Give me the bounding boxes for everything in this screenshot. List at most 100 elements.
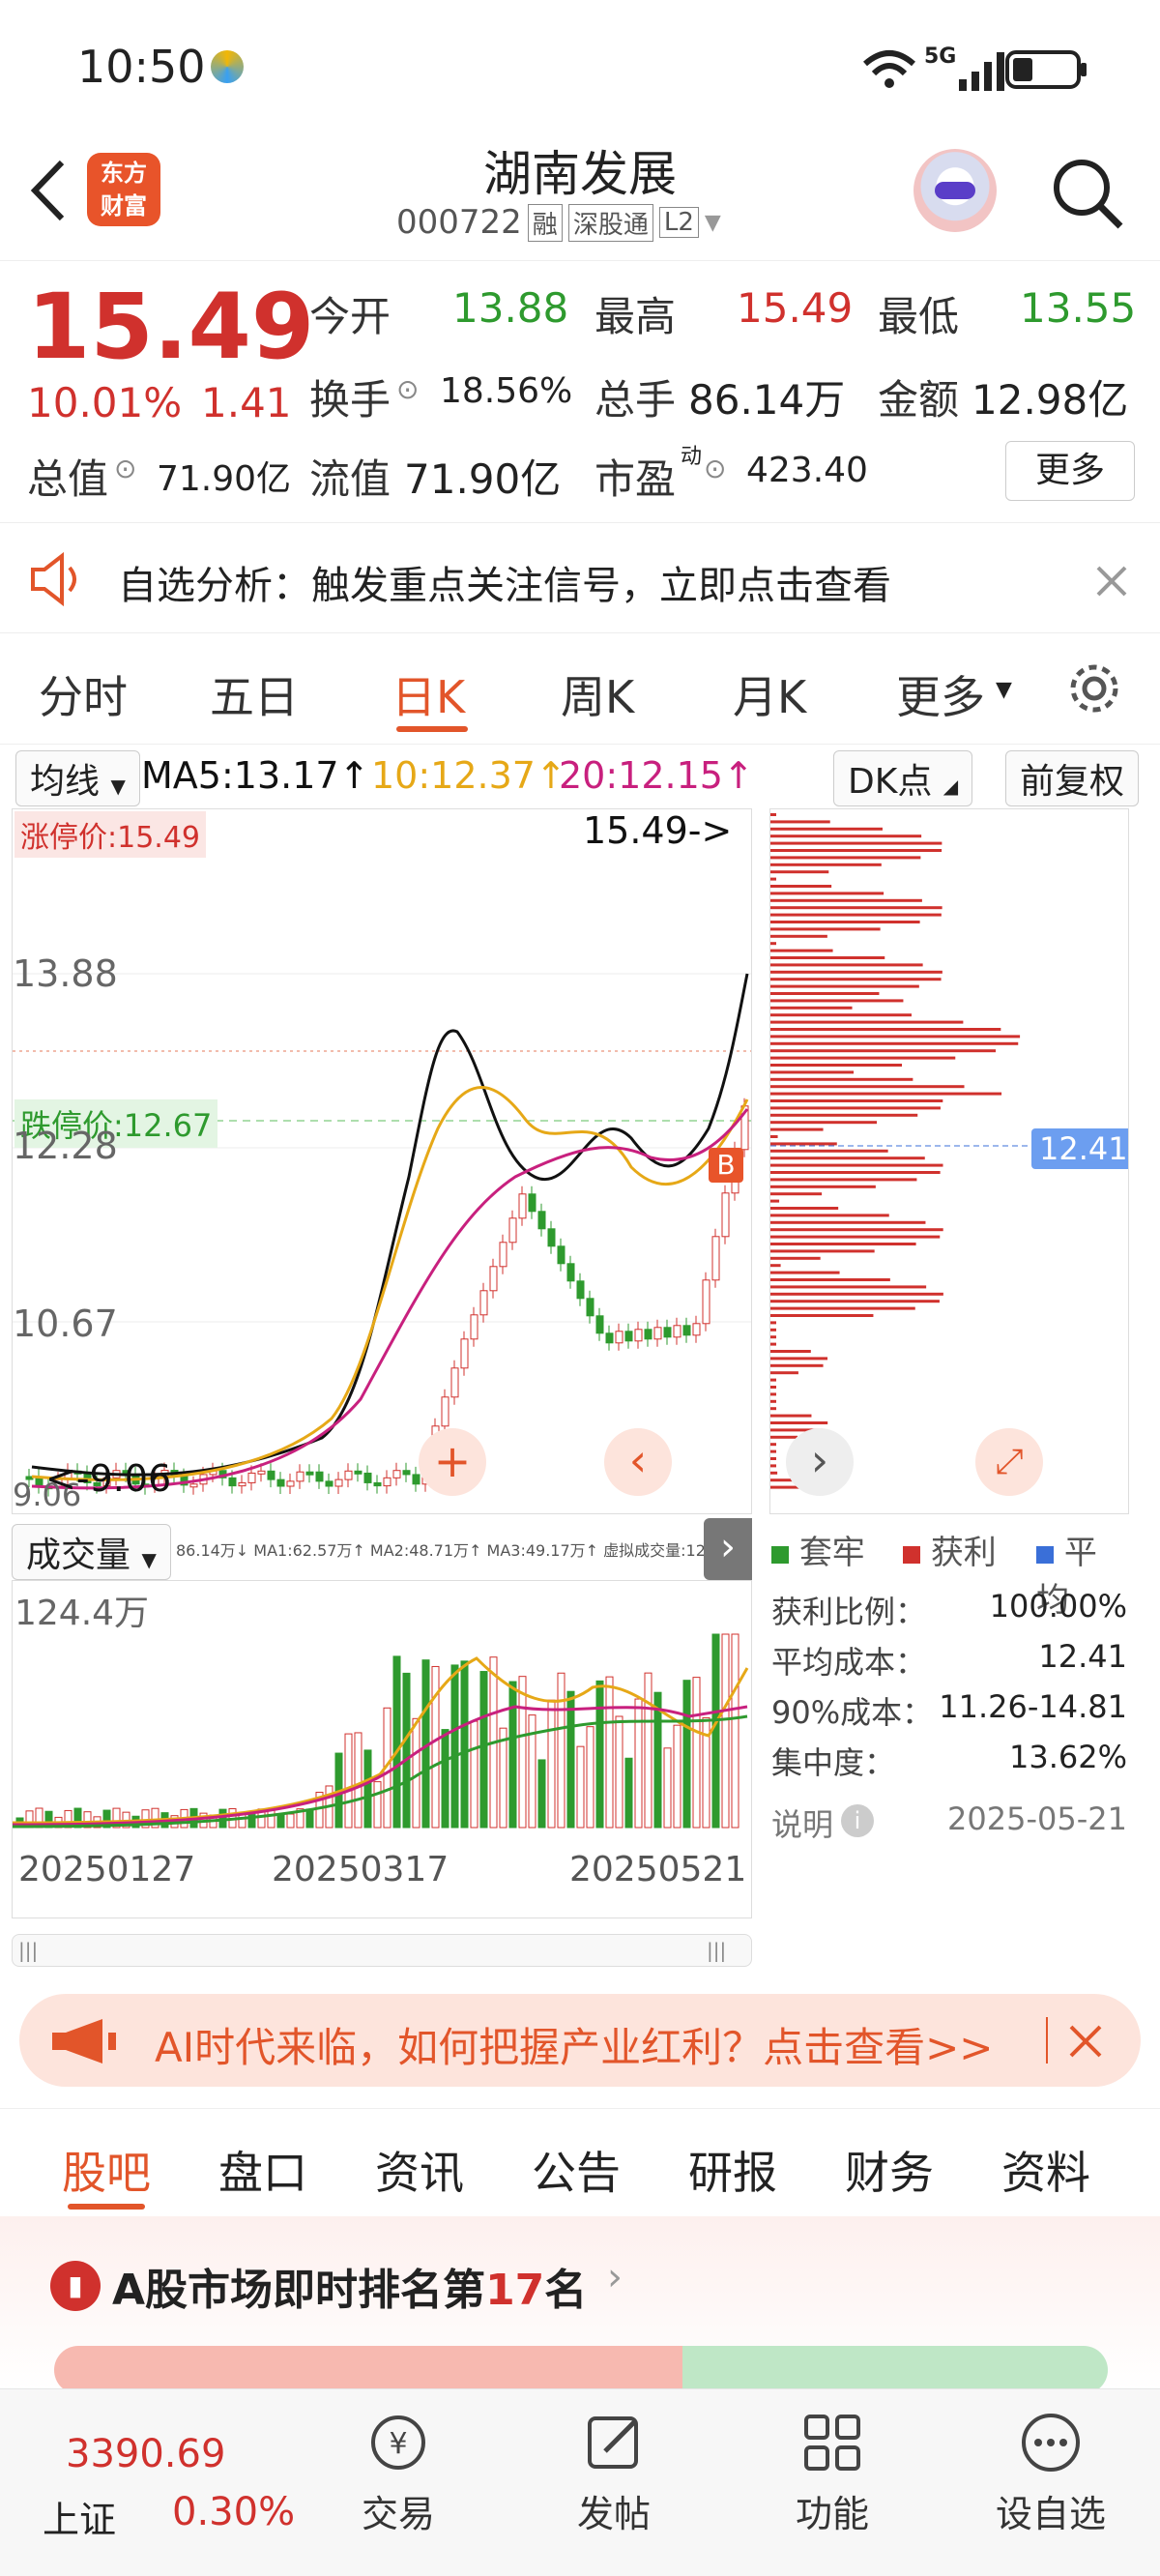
volume-bar xyxy=(673,1724,682,1829)
more-dots-icon xyxy=(1022,2414,1080,2472)
nav-functions[interactable]: 功能 xyxy=(745,2409,919,2537)
chip-bar xyxy=(770,1056,956,1060)
candle-body xyxy=(412,1474,420,1485)
nav-add-watchlist[interactable]: 设自选 xyxy=(964,2409,1138,2537)
change-amount: 1.41 xyxy=(201,379,292,426)
info-icon[interactable]: i xyxy=(841,1804,874,1837)
tab-five-day[interactable]: 五日 xyxy=(210,662,299,726)
ranking-suffix: 名 xyxy=(544,2266,588,2315)
index-name[interactable]: 上证 xyxy=(43,2490,116,2543)
scroll-handle-left[interactable]: ||| xyxy=(18,1939,38,1962)
candle-body xyxy=(402,1470,411,1476)
volume-bar xyxy=(305,1808,314,1829)
price-adjust-button[interactable]: 前复权 xyxy=(1005,750,1140,806)
info-icon[interactable]: ⊙ xyxy=(704,453,726,484)
chip-bar xyxy=(770,1013,912,1017)
candle-body xyxy=(663,1327,672,1338)
buy-signal-marker[interactable]: B xyxy=(709,1148,743,1183)
ai-ad-banner[interactable]: AI时代来临，如何把握产业红利？点击查看>> xyxy=(19,1994,1141,2087)
tab-more-caret-icon[interactable]: ▼ xyxy=(996,678,1012,702)
ranking-prefix: A股市场即时排名第 xyxy=(112,2266,486,2315)
volume-bar xyxy=(692,1677,701,1829)
close-icon[interactable] xyxy=(1092,562,1131,600)
kline-svg xyxy=(13,973,751,1497)
chip-bar xyxy=(770,1006,853,1010)
ranking-chart-icon: ▮ xyxy=(50,2261,101,2311)
chip-bar xyxy=(770,1457,776,1460)
chevron-right-icon[interactable]: › xyxy=(607,2255,623,2299)
candle-body xyxy=(508,1217,517,1244)
close-icon[interactable] xyxy=(1065,2021,1106,2062)
level2-badge: L2 xyxy=(658,207,699,238)
chip-bar xyxy=(770,1414,812,1418)
volume-bar xyxy=(605,1676,614,1829)
volume-bar xyxy=(373,1781,382,1829)
candle-body xyxy=(238,1481,246,1487)
tab-announcements[interactable]: 公告 xyxy=(532,2138,621,2202)
time-range-scrollbar[interactable]: ||| ||| xyxy=(12,1934,752,1967)
dropdown-arrow-icon[interactable]: ▼ xyxy=(705,211,721,235)
candle-body xyxy=(363,1472,372,1483)
nav-post[interactable]: 发帖 xyxy=(527,2409,701,2537)
chip-bar xyxy=(770,1371,798,1375)
tab-monthly-k[interactable]: 月K xyxy=(733,662,806,726)
chip-bar xyxy=(770,1449,776,1453)
tab-daily-k[interactable]: 日K xyxy=(392,662,465,726)
nav-trade[interactable]: ¥ 交易 xyxy=(311,2409,485,2537)
chip-bar xyxy=(770,1041,1019,1045)
stock-code: 000722 xyxy=(396,203,522,242)
chevron-left-icon[interactable]: ‹ xyxy=(604,1428,672,1496)
alert-banner[interactable]: 自选分析：触发重点关注信号，立即点击查看 xyxy=(0,522,1160,633)
collapse-panel-button[interactable]: › xyxy=(704,1518,752,1580)
candle-body xyxy=(576,1280,585,1300)
date-label-1: 20250127 xyxy=(18,1850,196,1889)
tab-research[interactable]: 研报 xyxy=(688,2138,777,2202)
volume-bar xyxy=(441,1729,450,1829)
chip-bar xyxy=(770,1357,828,1361)
chip-bar xyxy=(770,1220,926,1224)
speaker-icon xyxy=(31,552,76,606)
chip-bar xyxy=(770,1392,776,1396)
kline-chart[interactable]: 涨停价:15.49 15.49-> 13.88 跌停价:12.67 12.28 … xyxy=(12,808,752,1514)
chip-bar xyxy=(770,1207,839,1210)
settings-gear-icon[interactable] xyxy=(1063,658,1125,719)
tab-weekly-k[interactable]: 周K xyxy=(561,662,634,726)
robot-avatar-icon[interactable] xyxy=(914,149,997,232)
chip-distribution-chart[interactable]: 12.41 › ⤢ xyxy=(769,808,1129,1514)
tab-more[interactable]: 更多 xyxy=(896,662,985,726)
volume-bar xyxy=(508,1681,517,1829)
scroll-handle-right[interactable]: ||| xyxy=(707,1939,726,1962)
tab-news[interactable]: 资讯 xyxy=(375,2138,464,2202)
chip-bar xyxy=(770,841,942,845)
info-icon[interactable]: ⊙ xyxy=(114,453,136,484)
info-icon[interactable]: ⊙ xyxy=(396,373,419,405)
battery-icon xyxy=(1005,50,1087,89)
ma-select[interactable]: 均线 ▼ xyxy=(15,750,140,806)
volume-bar xyxy=(537,1759,546,1829)
candle-body xyxy=(344,1470,353,1480)
volume-chart[interactable]: 124.4万 20250127 20250317 20250521 xyxy=(12,1580,752,1918)
note-label[interactable]: 说明 xyxy=(771,1800,833,1845)
chip-bar xyxy=(770,885,832,888)
more-button[interactable]: 更多 xyxy=(1005,441,1135,501)
tab-intraday[interactable]: 分时 xyxy=(39,662,128,726)
tab-profile[interactable]: 资料 xyxy=(1001,2138,1090,2202)
chip-bar xyxy=(770,1228,943,1232)
expand-icon[interactable]: ⤢ xyxy=(975,1428,1043,1496)
chart-tab-bar: 分时 五日 日K 周K 月K 更多 ▼ xyxy=(0,633,1160,745)
tab-forum[interactable]: 股吧 xyxy=(62,2138,151,2202)
index-change[interactable]: 0.30% xyxy=(172,2490,295,2534)
chip-bar xyxy=(770,1142,837,1146)
add-drawing-button[interactable]: + xyxy=(419,1428,486,1496)
search-icon[interactable] xyxy=(1049,155,1126,232)
chip-bar xyxy=(770,1070,855,1074)
dk-point-select[interactable]: DK点 ◢ xyxy=(833,750,973,806)
chevron-right-icon[interactable]: › xyxy=(786,1428,854,1496)
chip-bar xyxy=(770,849,942,852)
volume-indicator-select[interactable]: 成交量 ▼ xyxy=(12,1524,171,1580)
ranking-section[interactable]: ▮ A股市场即时排名第17名 › xyxy=(0,2216,1160,2394)
index-value[interactable]: 3390.69 xyxy=(66,2432,225,2476)
tab-financials[interactable]: 财务 xyxy=(845,2138,934,2202)
profit-ratio-value: 100.00% xyxy=(989,1588,1127,1625)
tab-order-book[interactable]: 盘口 xyxy=(218,2138,307,2202)
